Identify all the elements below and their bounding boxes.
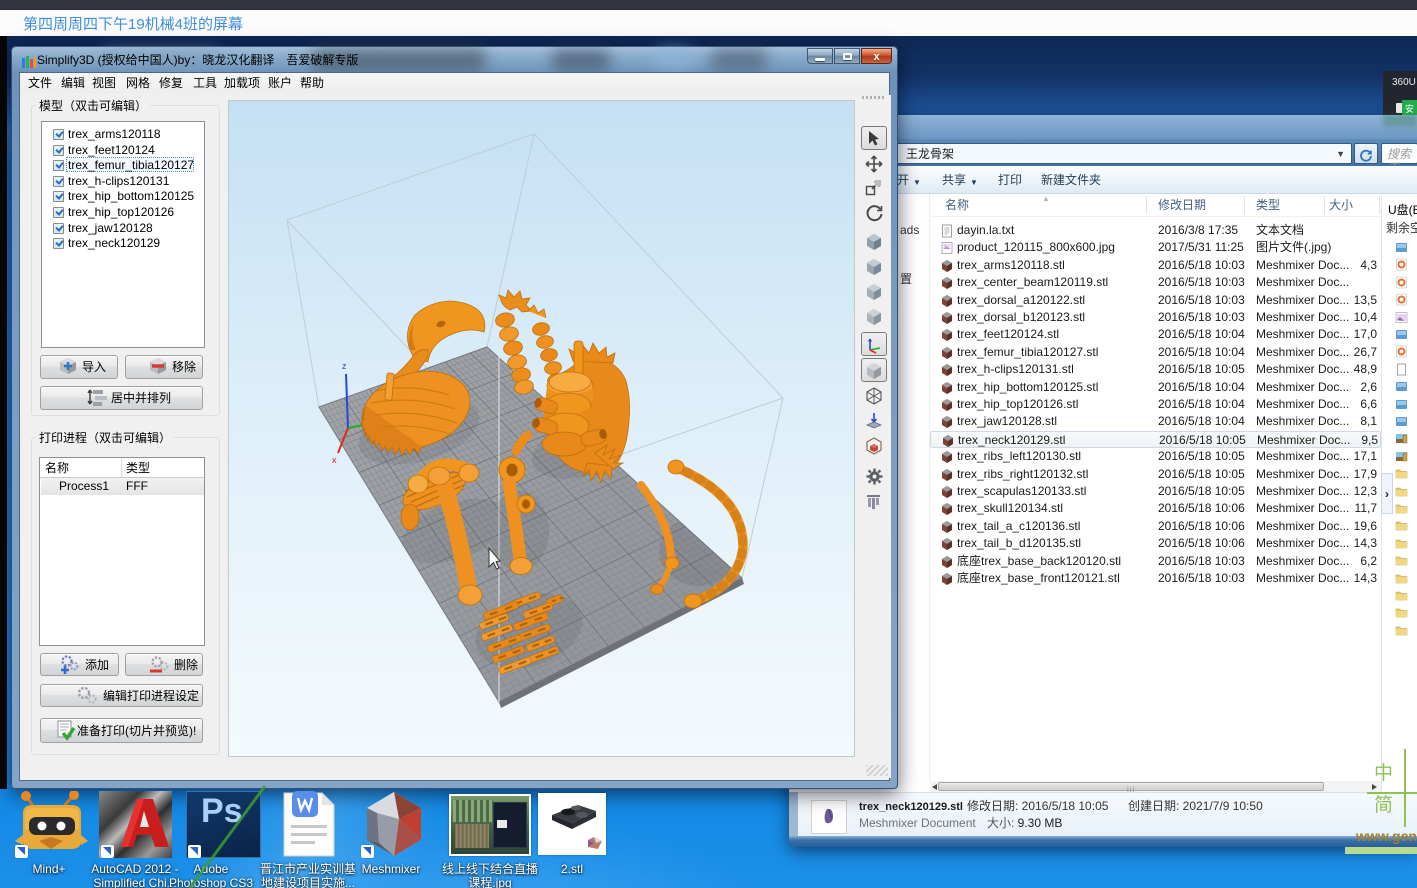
svg-text:z: z xyxy=(342,359,347,372)
svg-text:x: x xyxy=(332,453,337,466)
